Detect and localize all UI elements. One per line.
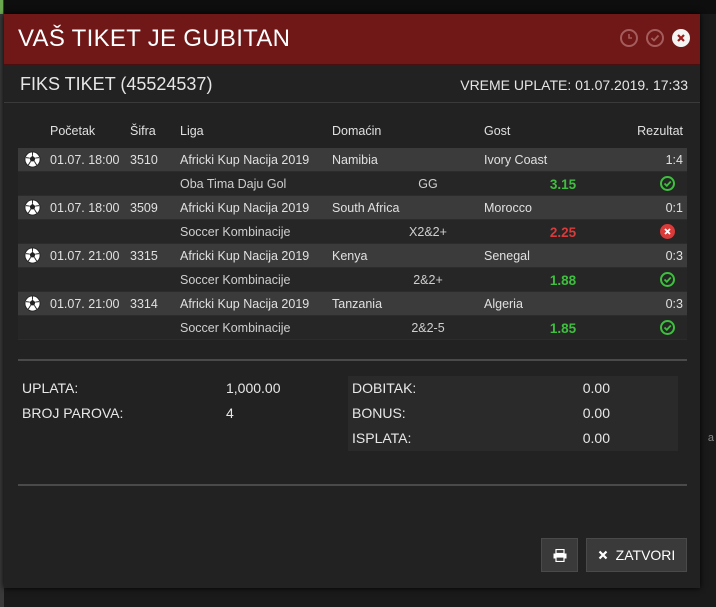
match-league: Africki Kup Nacija 2019 [180, 249, 310, 263]
match-away: Algeria [484, 297, 523, 311]
bet-market: Oba Tima Daju Gol [180, 177, 287, 191]
match-league: Africki Kup Nacija 2019 [180, 297, 310, 311]
payout-value: 0.00 [582, 430, 610, 446]
match-league: Africki Kup Nacija 2019 [180, 201, 310, 215]
match-row: 01.07. 21:00 3314 Africki Kup Nacija 201… [18, 292, 687, 316]
divider [18, 484, 687, 486]
win-label: DOBITAK: [352, 380, 417, 396]
summary-stake-block: UPLATA: 1,000.00 BROJ PAROVA: 4 [22, 378, 342, 428]
win-line: DOBITAK: 0.00 [348, 376, 678, 401]
bet-tip: GG [418, 177, 438, 191]
match-code: 3315 [130, 249, 158, 263]
bet-tip: X2&2+ [409, 225, 447, 239]
bet-row: Soccer Kombinacije 2&2+ 1.88 [18, 268, 687, 292]
bet-row: Oba Tima Daju Gol GG 3.15 [18, 172, 687, 196]
bet-tip: 2&2+ [413, 273, 443, 287]
match-result: 0:1 [665, 201, 683, 215]
bet-odd: 1.88 [549, 273, 577, 288]
bonus-value: 0.00 [582, 405, 610, 421]
modal-title: VAŠ TIKET JE GUBITAN [18, 25, 291, 52]
bet-tip: 2&2-5 [411, 321, 445, 335]
payment-time: VREME UPLATE: 01.07.2019. 17:33 [460, 77, 688, 93]
check-circle-icon[interactable] [646, 29, 664, 47]
close-button-label: ZATVORI [615, 547, 676, 563]
divider [4, 102, 700, 103]
bet-market: Soccer Kombinacije [180, 321, 291, 335]
col-league: Liga [180, 124, 204, 138]
payout-label: ISPLATA: [352, 430, 412, 446]
match-start: 01.07. 18:00 [50, 201, 120, 215]
divider [18, 359, 687, 361]
print-icon [553, 548, 566, 562]
col-away: Gost [484, 124, 511, 138]
modal-header: VAŠ TIKET JE GUBITAN [4, 14, 700, 65]
close-icon[interactable] [672, 29, 690, 47]
payout-line: ISPLATA: 0.00 [348, 426, 678, 451]
soccer-ball-icon [24, 151, 41, 168]
bet-row: Soccer Kombinacije 2&2-5 1.85 [18, 316, 687, 340]
soccer-ball-icon [24, 199, 41, 216]
check-circle-icon [660, 176, 675, 191]
table-header: Početak Šifra Liga Domaćin Gost Rezultat [18, 124, 687, 148]
ticket-info-bar: FIKS TIKET (45524537) VREME UPLATE: 01.0… [20, 72, 688, 98]
col-code: Šifra [130, 124, 156, 138]
bet-row: Soccer Kombinacije X2&2+ 2.25 [18, 220, 687, 244]
match-home: Namibia [332, 153, 378, 167]
header-icon-group [620, 29, 690, 47]
ticket-label: FIKS TIKET (45524537) [20, 74, 213, 94]
match-code: 3509 [130, 201, 158, 215]
col-start: Početak [50, 124, 96, 138]
match-home: Kenya [332, 249, 368, 263]
background-text: a [707, 432, 714, 444]
background-green-marker [0, 0, 3, 14]
match-start: 01.07. 21:00 [50, 297, 120, 311]
match-away: Morocco [484, 201, 532, 215]
match-away: Ivory Coast [484, 153, 548, 167]
match-result: 1:4 [665, 153, 683, 167]
col-home: Domaćin [332, 124, 382, 138]
match-row: 01.07. 18:00 3510 Africki Kup Nacija 201… [18, 148, 687, 172]
match-start: 01.07. 18:00 [50, 153, 120, 167]
soccer-ball-icon [24, 295, 41, 312]
bonus-line: BONUS: 0.00 [348, 401, 678, 426]
close-button[interactable]: ZATVORI [586, 538, 687, 572]
bet-odd: 3.15 [549, 177, 577, 192]
match-home: South Africa [332, 201, 400, 215]
match-row: 01.07. 18:00 3509 Africki Kup Nacija 201… [18, 196, 687, 220]
match-result: 0:3 [665, 297, 683, 311]
stake-line: UPLATA: 1,000.00 [22, 378, 342, 403]
print-button[interactable] [541, 538, 578, 572]
ticket-table: Početak Šifra Liga Domaćin Gost Rezultat… [18, 124, 687, 340]
x-circle-icon [660, 224, 675, 239]
stake-label: UPLATA: [22, 380, 79, 396]
bonus-label: BONUS: [352, 405, 406, 421]
match-home: Tanzania [332, 297, 383, 311]
soccer-ball-icon [24, 247, 41, 264]
bet-market: Soccer Kombinacije [180, 225, 291, 239]
bet-odd: 2.25 [549, 225, 577, 240]
summary-payout-block: DOBITAK: 0.00 BONUS: 0.00 ISPLATA: 0.00 [348, 376, 678, 451]
col-result: Rezultat [637, 124, 683, 138]
match-row: 01.07. 21:00 3315 Africki Kup Nacija 201… [18, 244, 687, 268]
background-top-strip [0, 0, 716, 14]
pairs-label: BROJ PAROVA: [22, 405, 124, 421]
bet-odd: 1.85 [549, 321, 577, 336]
ticket-modal: VAŠ TIKET JE GUBITAN FIKS TIKET (4552453… [4, 14, 700, 588]
win-value: 0.00 [582, 380, 610, 396]
close-x-icon [598, 550, 607, 560]
pairs-line: BROJ PAROVA: 4 [22, 403, 342, 428]
match-league: Africki Kup Nacija 2019 [180, 153, 310, 167]
match-code: 3314 [130, 297, 158, 311]
bet-market: Soccer Kombinacije [180, 273, 291, 287]
match-code: 3510 [130, 153, 158, 167]
clock-icon[interactable] [620, 29, 638, 47]
match-result: 0:3 [665, 249, 683, 263]
check-circle-icon [660, 272, 675, 287]
check-circle-icon [660, 320, 675, 335]
match-start: 01.07. 21:00 [50, 249, 120, 263]
stake-value: 1,000.00 [226, 380, 281, 396]
match-away: Senegal [484, 249, 530, 263]
pairs-value: 4 [226, 405, 234, 421]
